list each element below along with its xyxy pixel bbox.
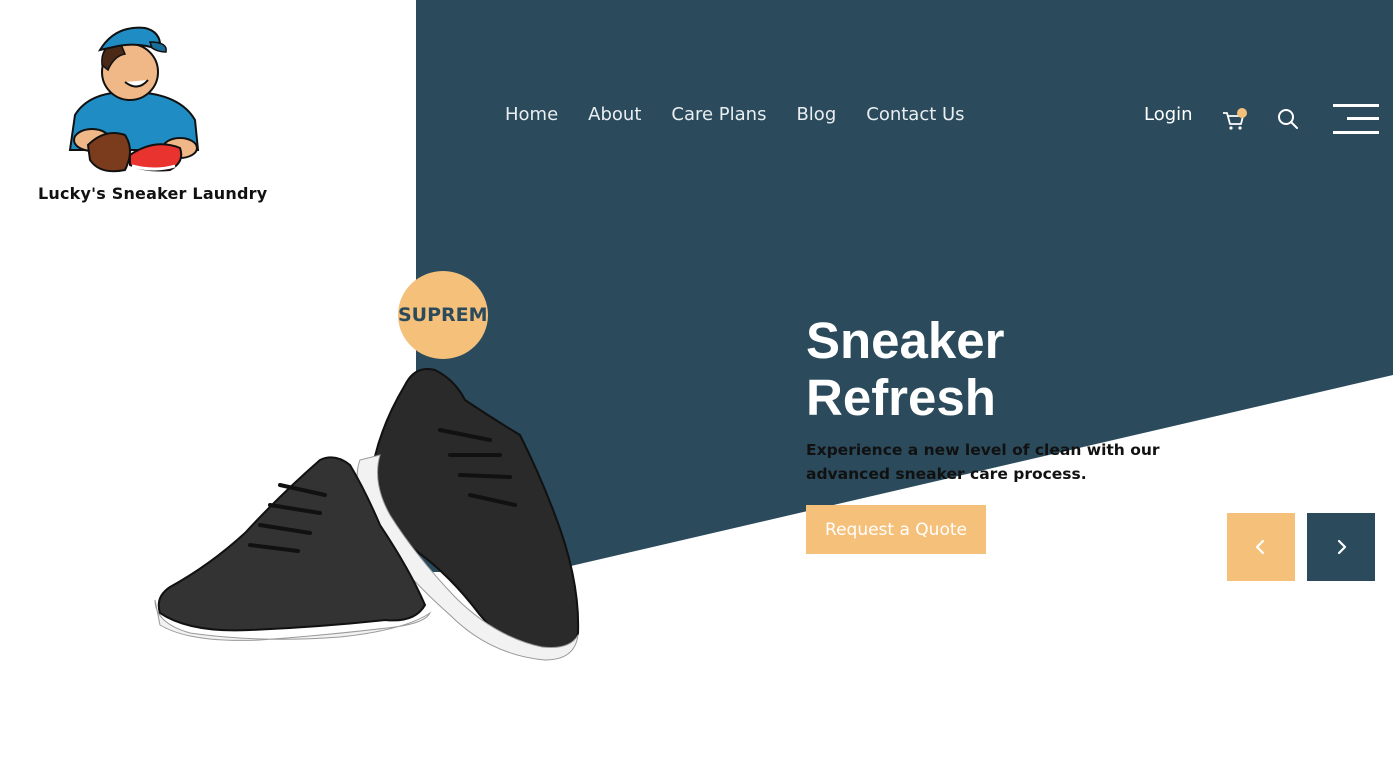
hamburger-menu-icon[interactable]: [1333, 104, 1379, 134]
chevron-left-icon: [1255, 539, 1265, 555]
request-quote-button[interactable]: Request a Quote: [806, 505, 986, 554]
mascot-logo-icon: [68, 26, 200, 173]
nav-item-blog[interactable]: Blog: [796, 104, 836, 125]
main-nav: Home About Care Plans Blog Contact Us: [505, 104, 965, 125]
cart-icon[interactable]: [1221, 108, 1249, 132]
brand-logo[interactable]: Lucky's Sneaker Laundry: [30, 20, 268, 215]
search-icon[interactable]: [1277, 108, 1299, 130]
nav-item-home[interactable]: Home: [505, 104, 558, 125]
cart-badge: [1237, 108, 1247, 118]
nav-item-contact-us[interactable]: Contact Us: [866, 104, 964, 125]
slider-prev-button[interactable]: [1227, 513, 1295, 581]
slider-next-button[interactable]: [1307, 513, 1375, 581]
supreme-badge: SUPREME: [398, 271, 488, 359]
hero-title-line2: Refresh: [806, 369, 996, 426]
hero-description: Experience a new level of clean with our…: [806, 441, 1160, 483]
hero-title: Sneaker Refresh: [806, 312, 1186, 426]
badge-label: SUPREME: [398, 304, 488, 326]
login-link[interactable]: Login: [1144, 104, 1193, 125]
hero-title-line1: Sneaker: [806, 312, 1005, 369]
sneakers-image: [154, 368, 580, 661]
nav-item-about[interactable]: About: [588, 104, 641, 125]
nav-item-care-plans[interactable]: Care Plans: [671, 104, 766, 125]
brand-name: Lucky's Sneaker Laundry: [38, 184, 268, 203]
chevron-right-icon: [1337, 539, 1347, 555]
